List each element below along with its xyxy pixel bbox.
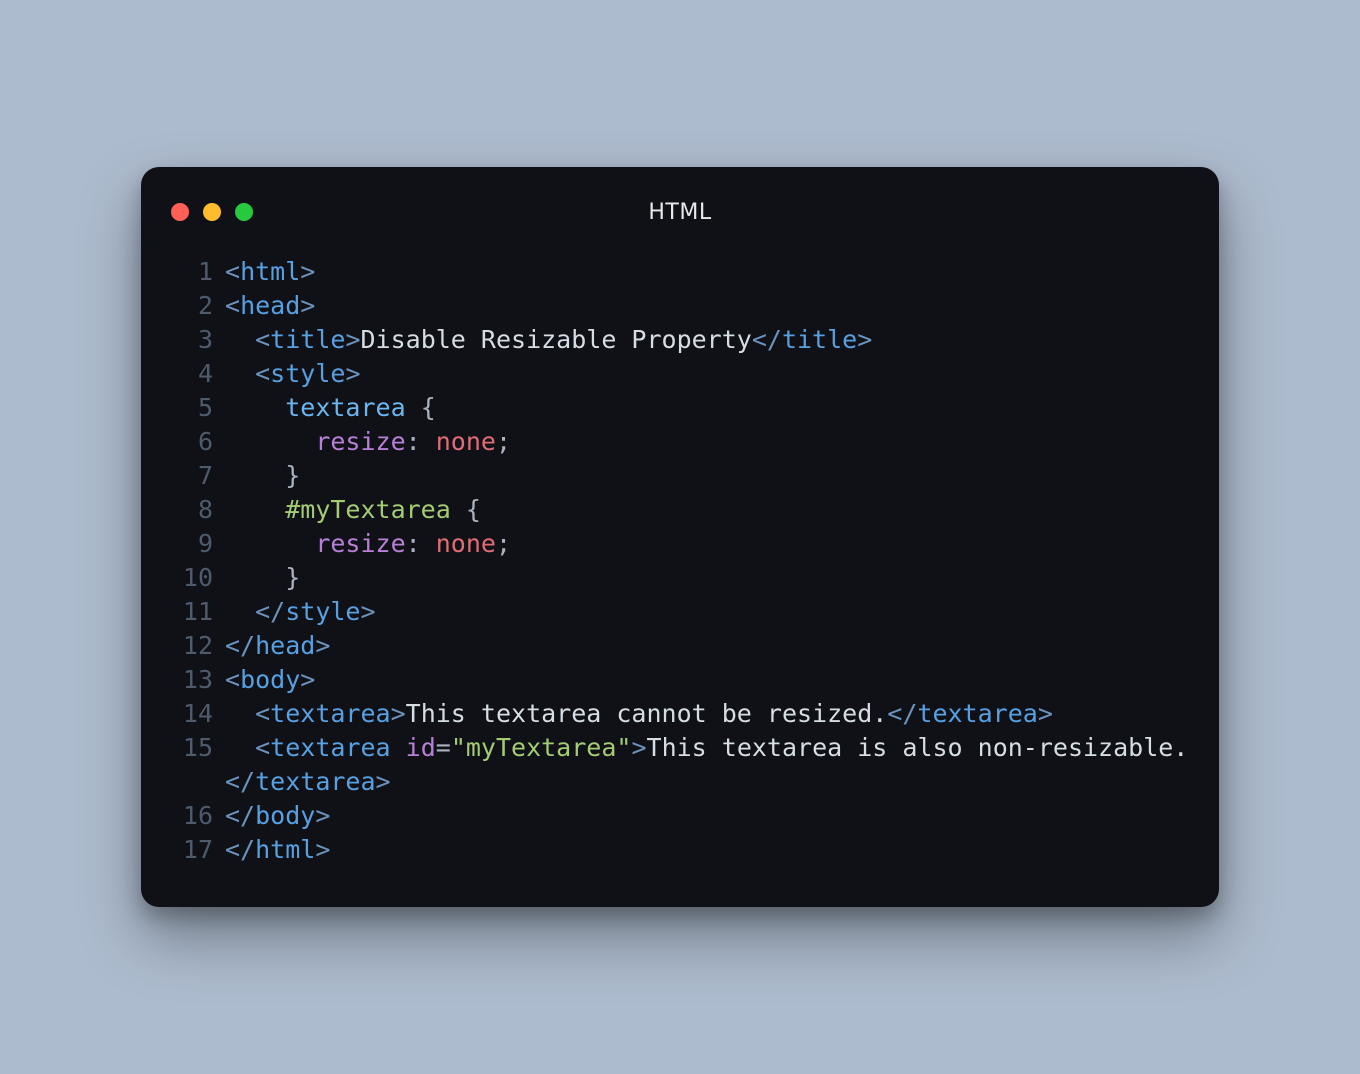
code-text[interactable]: </head> xyxy=(225,629,1189,663)
code-line[interactable]: 10 } xyxy=(171,561,1189,595)
code-line[interactable]: 16</body> xyxy=(171,799,1189,833)
code-line[interactable]: 7 } xyxy=(171,459,1189,493)
line-number: 3 xyxy=(171,323,225,357)
code-text[interactable]: textarea { xyxy=(225,391,1189,425)
line-number: 6 xyxy=(171,425,225,459)
traffic-lights xyxy=(171,203,253,221)
code-line[interactable]: 11 </style> xyxy=(171,595,1189,629)
code-editor[interactable]: 1<html>2<head>3 <title>Disable Resizable… xyxy=(171,255,1189,867)
line-number: 14 xyxy=(171,697,225,731)
code-text[interactable]: <html> xyxy=(225,255,1189,289)
code-line[interactable]: 6 resize: none; xyxy=(171,425,1189,459)
code-text[interactable]: </style> xyxy=(225,595,1189,629)
line-number: 17 xyxy=(171,833,225,867)
line-number: 8 xyxy=(171,493,225,527)
code-line[interactable]: 1<html> xyxy=(171,255,1189,289)
code-line[interactable]: 2<head> xyxy=(171,289,1189,323)
code-text[interactable]: <style> xyxy=(225,357,1189,391)
code-text[interactable]: <head> xyxy=(225,289,1189,323)
code-line[interactable]: 5 textarea { xyxy=(171,391,1189,425)
code-line[interactable]: 3 <title>Disable Resizable Property</tit… xyxy=(171,323,1189,357)
line-number: 12 xyxy=(171,629,225,663)
code-text[interactable]: <body> xyxy=(225,663,1189,697)
code-line[interactable]: 15 <textarea id="myTextarea">This textar… xyxy=(171,731,1189,799)
editor-window: HTML 1<html>2<head>3 <title>Disable Resi… xyxy=(141,167,1219,907)
line-number: 7 xyxy=(171,459,225,493)
code-text[interactable]: <textarea>This textarea cannot be resize… xyxy=(225,697,1189,731)
code-text[interactable]: <title>Disable Resizable Property</title… xyxy=(225,323,1189,357)
line-number: 11 xyxy=(171,595,225,629)
code-text[interactable]: </body> xyxy=(225,799,1189,833)
window-titlebar: HTML xyxy=(171,195,1189,229)
line-number: 15 xyxy=(171,731,225,765)
code-line[interactable]: 13<body> xyxy=(171,663,1189,697)
code-text[interactable]: } xyxy=(225,561,1189,595)
line-number: 5 xyxy=(171,391,225,425)
code-text[interactable]: resize: none; xyxy=(225,527,1189,561)
code-line[interactable]: 8 #myTextarea { xyxy=(171,493,1189,527)
line-number: 9 xyxy=(171,527,225,561)
code-text[interactable]: #myTextarea { xyxy=(225,493,1189,527)
code-text[interactable]: } xyxy=(225,459,1189,493)
window-title: HTML xyxy=(171,200,1189,225)
code-text[interactable]: <textarea id="myTextarea">This textarea … xyxy=(225,731,1189,799)
line-number: 2 xyxy=(171,289,225,323)
line-number: 1 xyxy=(171,255,225,289)
code-text[interactable]: resize: none; xyxy=(225,425,1189,459)
code-line[interactable]: 4 <style> xyxy=(171,357,1189,391)
line-number: 10 xyxy=(171,561,225,595)
code-line[interactable]: 17</html> xyxy=(171,833,1189,867)
maximize-icon[interactable] xyxy=(235,203,253,221)
code-line[interactable]: 12</head> xyxy=(171,629,1189,663)
line-number: 13 xyxy=(171,663,225,697)
code-line[interactable]: 14 <textarea>This textarea cannot be res… xyxy=(171,697,1189,731)
line-number: 4 xyxy=(171,357,225,391)
close-icon[interactable] xyxy=(171,203,189,221)
code-text[interactable]: </html> xyxy=(225,833,1189,867)
line-number: 16 xyxy=(171,799,225,833)
minimize-icon[interactable] xyxy=(203,203,221,221)
code-line[interactable]: 9 resize: none; xyxy=(171,527,1189,561)
